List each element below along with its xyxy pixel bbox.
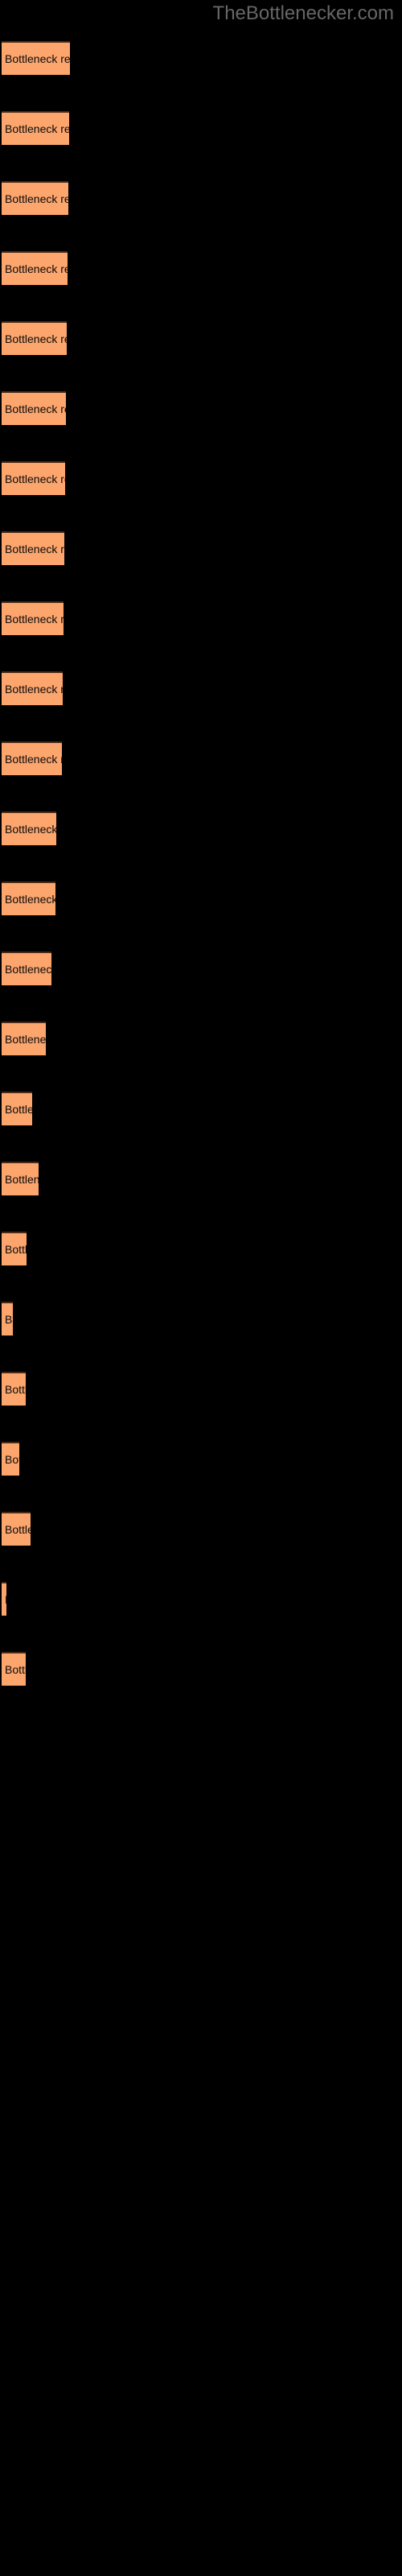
bar-row: Bottleneck result <box>0 1372 402 1406</box>
bar-row: Bottleneck result <box>0 531 402 565</box>
bar-bottleneck-result[interactable]: Bottleneck result <box>2 1092 32 1125</box>
page-root: TheBottlenecker.com Bottleneck resultBot… <box>0 0 402 2576</box>
bar-row: Bottleneck result <box>0 811 402 845</box>
bar-row: Bottleneck result <box>0 881 402 915</box>
bar-bottleneck-result[interactable]: Bottleneck result <box>2 111 69 145</box>
bar-label: Bottleneck result <box>5 963 51 976</box>
bar-bottleneck-result[interactable]: Bottleneck result <box>2 741 62 775</box>
bar-row: Bottleneck result <box>0 952 402 985</box>
bar-label: Bottleneck result <box>5 1453 19 1466</box>
bar-label: Bottleneck result <box>5 1313 13 1326</box>
bar-label: Bottleneck result <box>5 1173 39 1186</box>
bar-bottleneck-result[interactable]: Bottleneck result <box>2 881 55 915</box>
bar-label: Bottleneck result <box>5 473 65 485</box>
bar-label: Bottleneck result <box>5 1594 6 1605</box>
bar-bottleneck-result[interactable]: Bottleneck result <box>2 1652 26 1686</box>
bar-bottleneck-result[interactable]: Bottleneck result <box>2 1512 31 1546</box>
bar-label: Bottleneck result <box>5 1663 26 1676</box>
bar-row: Bottleneck result <box>0 41 402 75</box>
bar-row: Bottleneck result <box>0 321 402 355</box>
bar-row: Bottleneck result <box>0 1512 402 1546</box>
bar-bottleneck-result[interactable]: Bottleneck result <box>2 1022 46 1055</box>
bar-row: Bottleneck result <box>0 741 402 775</box>
bar-bottleneck-result[interactable]: Bottleneck result <box>2 952 51 985</box>
bar-row: Bottleneck result <box>0 1162 402 1195</box>
bar-row: Bottleneck result <box>0 251 402 285</box>
bar-label: Bottleneck result <box>5 1033 46 1046</box>
bar-bottleneck-result[interactable]: Bottleneck result <box>2 1162 39 1195</box>
bar-bottleneck-result[interactable]: Bottleneck result <box>2 1232 27 1265</box>
bar-row: Bottleneck result <box>0 111 402 145</box>
bar-row: Bottleneck result <box>0 1302 402 1335</box>
bar-bottleneck-result[interactable]: Bottleneck result <box>2 671 63 705</box>
bar-row: Bottleneck result <box>0 671 402 705</box>
bar-row: Bottleneck result <box>0 181 402 215</box>
bar-bottleneck-result[interactable]: Bottleneck result <box>2 41 70 75</box>
bar-row: Bottleneck result <box>0 1442 402 1476</box>
bar-label: Bottleneck result <box>5 122 69 135</box>
bar-bottleneck-result[interactable]: Bottleneck result <box>2 1442 19 1476</box>
bar-row: Bottleneck result <box>0 461 402 495</box>
bar-label: Bottleneck result <box>5 402 66 415</box>
bar-bottleneck-result[interactable]: Bottleneck result <box>2 531 64 565</box>
bar-row: Bottleneck result <box>0 1022 402 1055</box>
bar-bottleneck-result[interactable]: Bottleneck result <box>2 1372 26 1406</box>
bar-label: Bottleneck result <box>5 543 64 555</box>
bar-label: Bottleneck result <box>5 823 56 836</box>
bar-row: Bottleneck result <box>0 391 402 425</box>
bottleneck-bar-chart: Bottleneck result Bottleneck result Bottle… <box>0 0 402 2576</box>
bar-label: Bottleneck result <box>5 332 67 345</box>
bar-bottleneck-result[interactable]: Bottleneck result <box>2 1582 6 1616</box>
bar-label: Bottleneck result <box>5 1103 32 1116</box>
bar-row: Bottleneck result <box>0 601 402 635</box>
bar-bottleneck-result[interactable]: Bottleneck result <box>2 181 68 215</box>
bar-row: Bottleneck result <box>0 1232 402 1265</box>
bar-label: Bottleneck result <box>5 683 63 696</box>
bar-row: Bottleneck result <box>0 1652 402 1686</box>
bar-label: Bottleneck result <box>5 1383 26 1396</box>
bar-label: Bottleneck result <box>5 613 64 625</box>
bar-bottleneck-result[interactable]: Bottleneck result <box>2 461 65 495</box>
bar-label: Bottleneck result <box>5 753 62 766</box>
bar-label: Bottleneck result <box>5 1523 31 1536</box>
bar-row: Bottleneck result <box>0 1092 402 1125</box>
bar-bottleneck-result[interactable]: Bottleneck result <box>2 601 64 635</box>
bar-label: Bottleneck result <box>5 893 55 906</box>
bar-bottleneck-result[interactable]: Bottleneck result <box>2 251 68 285</box>
bar-bottleneck-result[interactable]: Bottleneck result <box>2 321 67 355</box>
bar-bottleneck-result[interactable]: Bottleneck result <box>2 391 66 425</box>
bar-label: Bottleneck result <box>5 52 70 65</box>
bar-label: Bottleneck result <box>5 192 68 205</box>
bar-row: Bottleneck result <box>0 1582 402 1616</box>
bar-bottleneck-result[interactable]: Bottleneck result <box>2 811 56 845</box>
bar-label: Bottleneck result <box>5 1243 27 1256</box>
bar-bottleneck-result[interactable]: Bottleneck result <box>2 1302 13 1335</box>
bar-label: Bottleneck result <box>5 262 68 275</box>
